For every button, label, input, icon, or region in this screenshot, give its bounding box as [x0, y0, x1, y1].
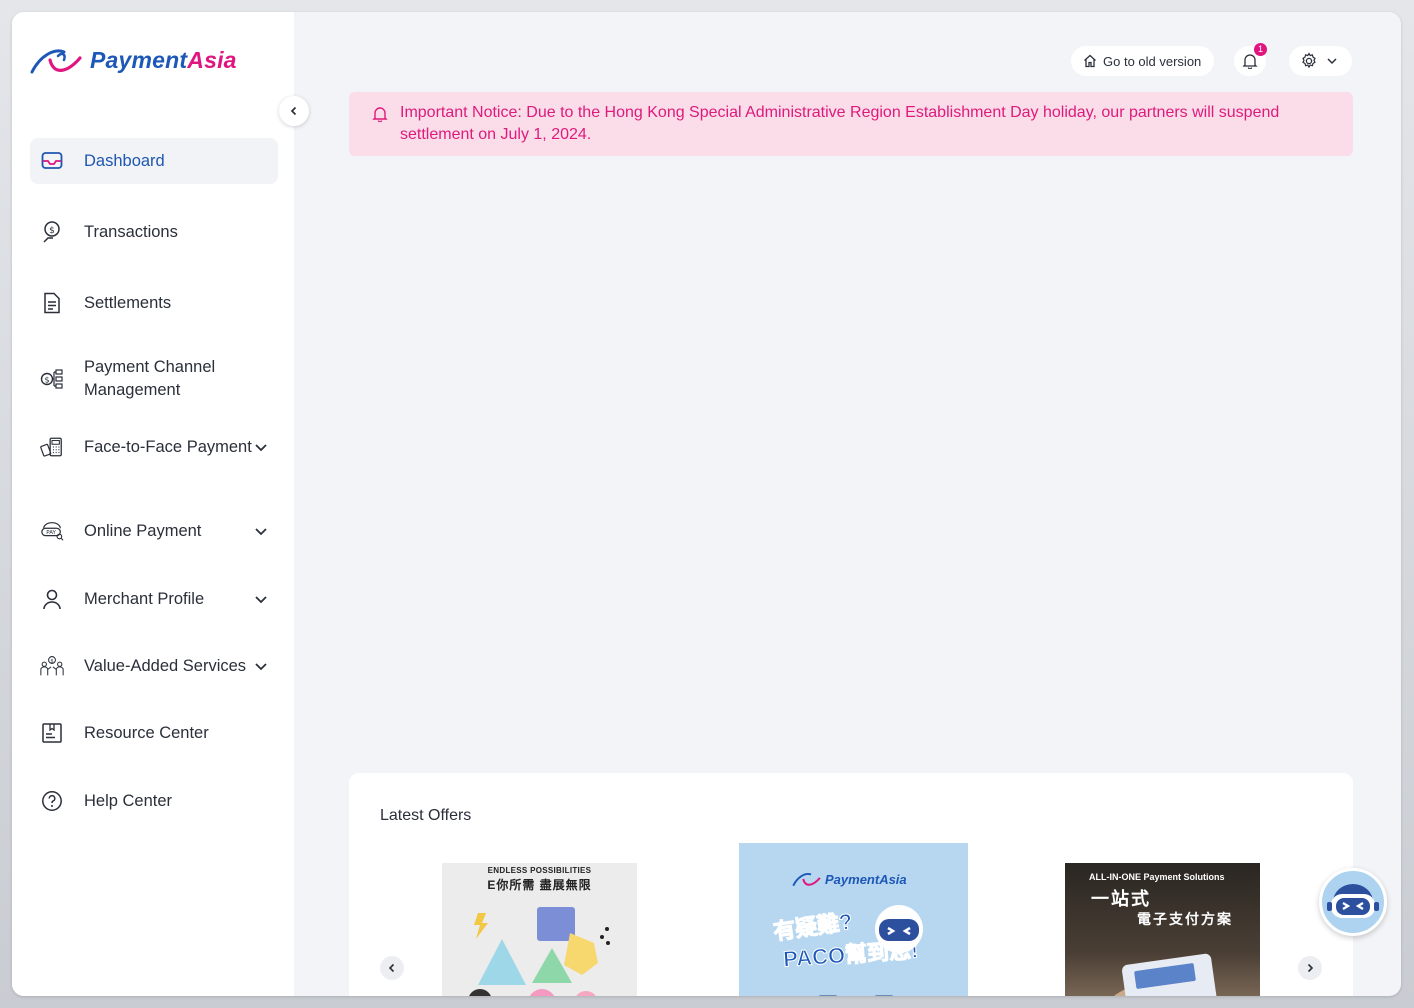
- sidebar-item-resource-center[interactable]: Resource Center: [30, 721, 278, 745]
- carousel-prev-button[interactable]: [380, 956, 404, 980]
- sidebar-item-label: Dashboard: [84, 151, 165, 170]
- people-coin-icon: $: [40, 654, 64, 678]
- sidebar-item-label: Payment Channel Management: [84, 358, 216, 399]
- sidebar-item-dashboard[interactable]: Dashboard: [30, 138, 278, 184]
- sidebar-item-label: Settlements: [84, 293, 172, 312]
- offer-card-line1: ENDLESS POSSIBILITIES: [487, 866, 592, 875]
- chevron-down-icon[interactable]: [254, 592, 268, 606]
- sidebar-item-merchant-profile[interactable]: Merchant Profile: [30, 587, 278, 611]
- paymentasia-logo-icon: [30, 49, 82, 74]
- pos-terminal-icon: [40, 435, 64, 459]
- collapse-sidebar-button[interactable]: [279, 96, 309, 126]
- offers-title: Latest Offers: [380, 807, 472, 824]
- sidebar-item-value-added-services[interactable]: $ Value-Added Services: [30, 654, 278, 678]
- chatbot-button[interactable]: [1319, 868, 1387, 936]
- offer-card-line3: 電子支付方案: [1137, 911, 1233, 927]
- sidebar-item-label: Help Center: [84, 791, 173, 810]
- offer-card-brand: PaymentAsia: [791, 869, 907, 889]
- online-pay-icon: PAY: [40, 519, 64, 543]
- settings-menu-button[interactable]: [1289, 46, 1352, 76]
- chevron-left-icon: [290, 106, 297, 116]
- offer-card-all-in-one-solutions[interactable]: ALL-IN-ONE Payment Solutions 一站式 電子支付方案: [1065, 863, 1260, 996]
- channel-network-icon: $: [40, 367, 64, 391]
- old-version-label: Go to old version: [1103, 53, 1202, 69]
- chevron-down-icon: [1327, 58, 1337, 65]
- help-circle-icon: [40, 789, 64, 813]
- bell-icon: [1242, 54, 1258, 69]
- sidebar-item-payment-channel-management[interactable]: $ Payment Channel Management: [30, 356, 278, 402]
- offer-card-line2: 一站式: [1091, 889, 1151, 909]
- document-icon: [40, 291, 64, 315]
- logo-text: PaymentAsia: [90, 46, 237, 73]
- latest-offers-panel: Latest Offers ENDLESS POSSIBILITIES E你所需…: [349, 773, 1353, 996]
- sidebar-item-label: Value-Added Services: [84, 656, 247, 675]
- svg-text:$: $: [49, 226, 55, 236]
- notification-count-badge: 1: [1254, 43, 1267, 56]
- bookmark-doc-icon: [40, 721, 64, 745]
- user-icon: [40, 587, 64, 611]
- bell-icon: [372, 107, 388, 122]
- sidebar-item-settlements[interactable]: Settlements: [30, 291, 278, 315]
- sidebar-item-online-payment[interactable]: PAY Online Payment: [30, 519, 278, 543]
- money-hand-icon: $: [40, 220, 64, 244]
- qr-code-icon: [819, 995, 893, 996]
- sidebar-item-transactions[interactable]: $ Transactions: [30, 220, 278, 244]
- carousel-next-button[interactable]: [1298, 956, 1322, 980]
- sidebar-item-label: Online Payment: [84, 521, 202, 540]
- chevron-down-icon[interactable]: [254, 440, 268, 454]
- inbox-icon: [40, 149, 64, 173]
- sidebar-item-label: Resource Center: [84, 723, 209, 742]
- sidebar-item-label: Transactions: [84, 222, 178, 241]
- home-icon: [1084, 54, 1096, 68]
- sidebar-item-help-center[interactable]: Help Center: [30, 789, 278, 813]
- offer-card-endless-possibilities[interactable]: ENDLESS POSSIBILITIES E你所需 盡展無限: [442, 863, 637, 996]
- pos-terminal-photo: [1114, 953, 1218, 996]
- svg-text:$: $: [50, 659, 53, 665]
- old-version-button[interactable]: Go to old version: [1071, 46, 1214, 76]
- sidebar-item-face-to-face-payment[interactable]: Face-to-Face Payment: [30, 435, 278, 459]
- sidebar-item-label: Merchant Profile: [84, 589, 205, 608]
- notifications-button[interactable]: 1: [1234, 43, 1267, 76]
- svg-text:$: $: [44, 376, 49, 385]
- offer-card-paco-help[interactable]: PaymentAsia 有疑難? PACO幫到您!: [739, 843, 968, 996]
- chevron-down-icon[interactable]: [254, 524, 268, 538]
- chevron-down-icon[interactable]: [254, 659, 268, 673]
- offer-illustration: [469, 907, 610, 996]
- paco-robot-icon: [1327, 884, 1379, 918]
- offer-card-line1: ALL-IN-ONE Payment Solutions: [1089, 872, 1225, 882]
- chevron-right-icon: [1307, 963, 1314, 973]
- svg-text:PAY: PAY: [46, 530, 56, 536]
- gear-icon: [1302, 52, 1316, 69]
- offer-card-line2: E你所需 盡展無限: [487, 878, 592, 892]
- sidebar-item-label: Face-to-Face Payment: [84, 437, 252, 456]
- paco-robot-icon: [875, 905, 923, 953]
- important-notice-banner: Important Notice: Due to the Hong Kong S…: [349, 92, 1353, 156]
- chevron-left-icon: [388, 963, 395, 973]
- logo[interactable]: PaymentAsia: [28, 42, 237, 78]
- notice-text: Important Notice: Due to the Hong Kong S…: [400, 104, 1280, 143]
- app-window: PaymentAsia Dashboard $ Transactions Set…: [12, 12, 1401, 996]
- sidebar: PaymentAsia Dashboard $ Transactions Set…: [12, 12, 294, 996]
- paymentasia-logo-icon: [792, 873, 821, 887]
